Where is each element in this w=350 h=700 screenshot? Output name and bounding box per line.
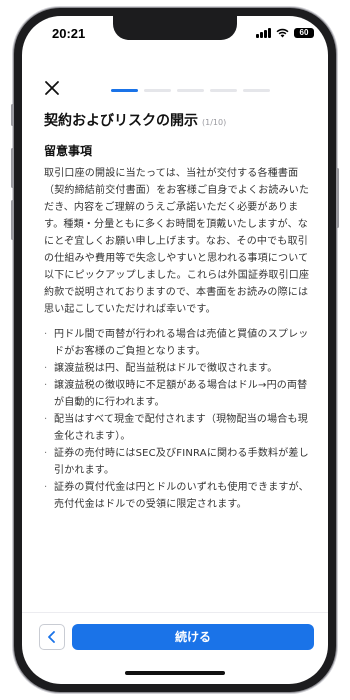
wifi-icon [276, 28, 289, 38]
home-indicator [125, 671, 225, 675]
progress-indicator [111, 89, 270, 92]
list-item: 証券の売付時にはSEC及びFINRAに関わる手数料が差し引かれます。 [44, 445, 314, 479]
progress-segment [243, 89, 270, 92]
volume-down-button [11, 200, 14, 240]
notes-list: 円ドル間で両替が行われる場合は売値と買値のスプレッドがお客様のご負担となります。… [44, 326, 314, 513]
footer: 続ける [22, 612, 328, 663]
volume-up-button [11, 148, 14, 188]
progress-segment [177, 89, 204, 92]
title-row: 契約およびリスクの開示 (1/10) [44, 110, 314, 130]
continue-button[interactable]: 続ける [72, 624, 314, 650]
progress-segment [210, 89, 237, 92]
notch [113, 16, 237, 40]
list-item: 証券の買付代金は円とドルのいずれも使用できますが、売付代金はドルでの受領に限定さ… [44, 479, 314, 513]
status-icons: 60 [256, 28, 314, 38]
progress-segment [144, 89, 171, 92]
list-item: 円ドル間で両替が行われる場合は売値と買値のスプレッドがお客様のご負担となります。 [44, 326, 314, 360]
main-content: 契約およびリスクの開示 (1/10) 留意事項 取引口座の開設に当たっては、当社… [44, 110, 314, 513]
mute-switch [11, 104, 14, 126]
signal-icon [256, 28, 271, 38]
list-item: 配当はすべて現金で配付されます（現物配当の場合も現金化されます）。 [44, 411, 314, 445]
phone-frame: 20:21 60 契約およびリスクの開示 (1/10) 留意事項 取引口座の開設… [11, 8, 339, 692]
back-button[interactable] [39, 624, 65, 650]
list-item: 譲渡益税は円、配当益税はドルで徴収されます。 [44, 360, 314, 377]
page-title: 契約およびリスクの開示 [44, 113, 198, 129]
chevron-left-icon [48, 631, 55, 643]
section-heading: 留意事項 [44, 144, 93, 158]
progress-segment [111, 89, 138, 92]
header [22, 74, 328, 104]
battery-icon: 60 [294, 28, 314, 38]
screen: 20:21 60 契約およびリスクの開示 (1/10) 留意事項 取引口座の開設… [22, 16, 328, 684]
intro-paragraph: 取引口座の開設に当たっては、当社が交付する各種書面（契約締結前交付書面）をお客様… [44, 168, 310, 315]
step-counter: (1/10) [202, 118, 227, 127]
power-button [336, 168, 339, 228]
close-icon[interactable] [44, 80, 60, 96]
list-item: 譲渡益税の徴収時に不足額がある場合はドル→円の両替が自動的に行われます。 [44, 377, 314, 411]
status-time: 20:21 [52, 26, 86, 41]
